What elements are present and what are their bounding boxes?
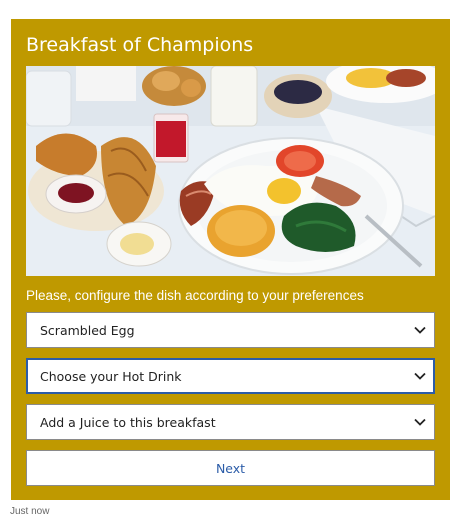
chevron-down-icon	[414, 326, 426, 334]
juice-select-value: Add a Juice to this breakfast	[40, 414, 216, 430]
hot-drink-select[interactable]: Choose your Hot Drink	[26, 358, 435, 394]
breakfast-hero-image	[26, 66, 435, 276]
message-timestamp: Just now	[10, 506, 50, 517]
chevron-down-icon	[414, 372, 426, 380]
juice-select[interactable]: Add a Juice to this breakfast	[26, 404, 435, 440]
hot-drink-select-value: Choose your Hot Drink	[40, 368, 182, 384]
card-title: Breakfast of Champions	[26, 34, 254, 56]
egg-select[interactable]: Scrambled Egg	[26, 312, 435, 348]
adaptive-card: Breakfast of Champions Please, configure…	[11, 19, 450, 500]
card-prompt: Please, configure the dish according to …	[26, 288, 364, 303]
chevron-down-icon	[414, 418, 426, 426]
egg-select-value: Scrambled Egg	[40, 322, 135, 338]
next-button[interactable]: Next	[26, 450, 435, 486]
